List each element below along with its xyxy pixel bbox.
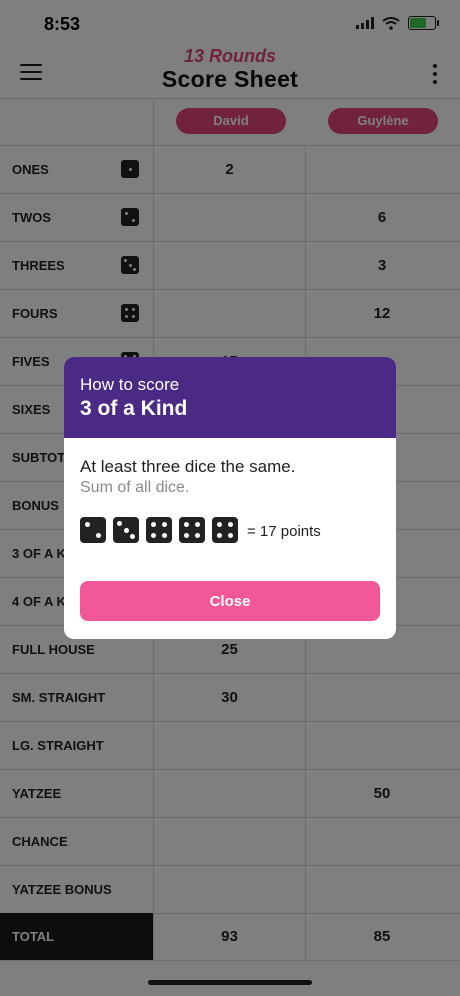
die-4-icon <box>179 517 205 543</box>
modal-subtitle: How to score <box>80 375 180 394</box>
home-indicator <box>148 980 312 985</box>
die-2-icon <box>80 517 106 543</box>
die-4-icon <box>146 517 172 543</box>
die-4-icon <box>212 517 238 543</box>
modal-title: 3 of a Kind <box>80 397 188 420</box>
modal-score-text: Sum of all dice. <box>80 479 190 496</box>
die-3-icon <box>113 517 139 543</box>
close-button[interactable]: Close <box>80 581 380 621</box>
modal-points: = 17 points <box>247 523 321 540</box>
how-to-score-modal: How to score 3 of a Kind At least three … <box>64 357 396 639</box>
modal-header: How to score 3 of a Kind <box>64 357 396 438</box>
modal-rule-text: At least three dice the same. <box>80 457 296 476</box>
app-root: 8:53 13 Rounds Score Sheet David Guylène <box>0 0 460 996</box>
